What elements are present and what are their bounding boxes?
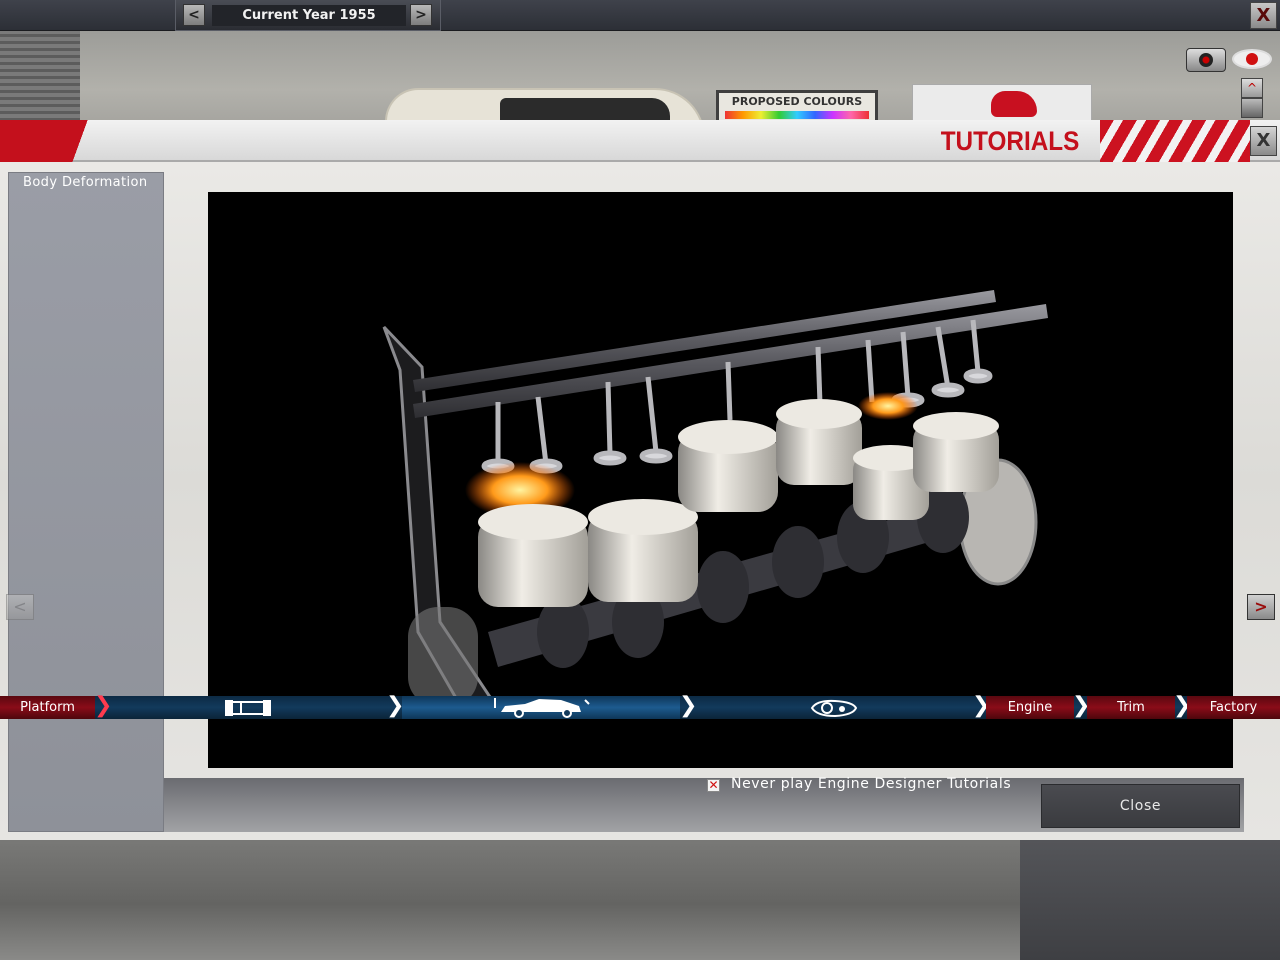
next-page-button[interactable]: >: [1247, 594, 1275, 620]
stage-body[interactable]: [402, 696, 680, 719]
car-sketch-poster: [912, 84, 1092, 124]
dialog-close-icon[interactable]: X: [1250, 126, 1277, 156]
tutorial-item-body-deformation[interactable]: Body Deformation: [9, 173, 163, 193]
chassis-icon: [225, 700, 271, 716]
poster-title: PROPOSED COLOURS: [731, 95, 863, 108]
stage-factory[interactable]: Factory: [1187, 696, 1280, 719]
stage-trim[interactable]: Trim: [1087, 696, 1175, 719]
garage-shutter: [0, 30, 80, 130]
next-year-button[interactable]: >: [410, 4, 432, 26]
tutorial-video[interactable]: [208, 192, 1233, 768]
headlight-icon: [810, 699, 858, 718]
colour-swatches: [725, 111, 869, 119]
dialog-header: TUTORIALS X: [0, 120, 1280, 162]
eye-icon[interactable]: [1232, 49, 1272, 69]
chevron-right-icon: ❯: [1173, 693, 1192, 718]
scroll-up-button[interactable]: ^: [1241, 78, 1263, 98]
chevron-right-icon: ❯: [679, 693, 698, 718]
car-body-icon: [494, 698, 590, 718]
app-close-button[interactable]: X: [1250, 2, 1277, 29]
never-play-label[interactable]: Never play Engine Designer Tutorials: [731, 776, 1011, 792]
prev-year-button[interactable]: <: [183, 4, 205, 26]
tutorials-dialog: TUTORIALS X Body Deformation ✕ Never pla…: [0, 120, 1280, 840]
chevron-right-icon: ❯: [94, 693, 113, 718]
current-year-label: Current Year 1955: [212, 5, 406, 26]
combustion-flash-right: [858, 392, 918, 420]
top-bar: < Current Year 1955 > X: [0, 0, 1280, 31]
never-play-checkbox[interactable]: ✕: [707, 779, 720, 792]
header-stripe-left: [0, 120, 110, 162]
chevron-right-icon: ❯: [1072, 693, 1091, 718]
chevron-right-icon: ❯: [972, 693, 991, 718]
floor-mat: [1020, 836, 1280, 960]
tutorial-list: Body Deformation: [8, 172, 164, 832]
crank-sprocket: [408, 607, 478, 707]
stage-nav-bar: Platform ❯ ❯ ❯ ❯ Engine ❯ Trim ❯ Factory: [0, 693, 1280, 719]
stage-platform[interactable]: Platform: [0, 696, 95, 719]
stage-engine[interactable]: Engine: [986, 696, 1074, 719]
stage-chassis[interactable]: [108, 696, 388, 719]
prev-page-button[interactable]: <: [6, 594, 34, 620]
header-stripe-right: [1100, 120, 1250, 162]
scroll-thumb[interactable]: [1241, 98, 1263, 118]
close-button[interactable]: Close: [1041, 784, 1240, 828]
stage-fixtures[interactable]: [694, 696, 974, 719]
chevron-right-icon: ❯: [386, 693, 405, 718]
engine-animation: [382, 290, 1048, 715]
dialog-title: TUTORIALS: [940, 126, 1080, 156]
red-car-sketch: [991, 91, 1037, 117]
camera-icon[interactable]: [1186, 48, 1226, 72]
